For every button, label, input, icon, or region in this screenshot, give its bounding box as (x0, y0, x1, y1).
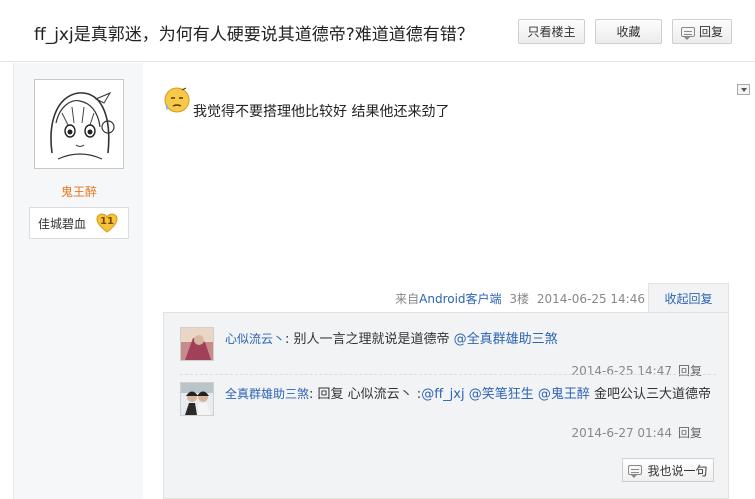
author-avatar-image (38, 83, 120, 165)
level-number: 11 (100, 216, 114, 227)
reply-content: 全真群雄助三煞: 回复 心似流云丶 :@ff_jxj @笑笔狂生 @鬼王醉 金吧… (225, 384, 720, 405)
thread-title: ff_jxj是真郭迷，为何有人硬要说其道德帝?难道道德有错？ (34, 25, 474, 45)
author-name[interactable]: 鬼王醉 (14, 183, 144, 200)
reply-sep: : (285, 332, 294, 347)
reply-panel: 心似流云丶: 别人一言之理就说是道德帝 @全真群雄助三煞 2014-6-25 1… (163, 312, 729, 499)
reply-time: 2014-6-25 14:47 (571, 364, 672, 378)
avatar[interactable] (34, 79, 124, 169)
reply-time: 2014-6-27 01:44 (571, 426, 672, 440)
floor-number: 3楼 (509, 292, 530, 306)
author-panel: 鬼王醉 佳城碧血 11 (13, 63, 143, 499)
reply-button-label: 回复 (698, 25, 723, 39)
reply-link[interactable]: 回复 (678, 364, 702, 378)
post-content: 我觉得不要搭理他比较好 结果他还来劲了 (193, 104, 450, 120)
reply-meta: 2014-6-27 01:44 回复 (571, 424, 702, 441)
add-comment-button[interactable]: 我也说一句 (622, 458, 714, 482)
reply-sep: : (309, 387, 318, 402)
add-comment-label: 我也说一句 (647, 463, 708, 478)
fan-title-badge[interactable]: 佳城碧血 11 (29, 207, 129, 239)
reply-meta: 2014-6-25 14:47 回复 (571, 362, 702, 379)
chat-bubble-icon (680, 26, 695, 40)
post-time: 2014-06-25 14:46 (536, 292, 645, 306)
reply-prefix: 回复 心似流云丶 : (317, 387, 422, 402)
reply-link[interactable]: 回复 (678, 426, 702, 440)
reply-user-link[interactable]: 心似流云丶 (225, 332, 285, 346)
level-badge: 11 (96, 213, 118, 233)
post-menu-dropdown-icon[interactable] (737, 84, 750, 95)
list-item: 全真群雄助三煞: 回复 心似流云丶 :@ff_jxj @笑笔狂生 @鬼王醉 金吧… (180, 382, 716, 440)
mention-link[interactable]: @鬼王醉 (538, 387, 590, 402)
mention-link[interactable]: @ff_jxj (421, 387, 464, 402)
avatar[interactable] (180, 382, 214, 416)
divider (180, 374, 716, 375)
sweat-face-icon (162, 84, 192, 114)
avatar[interactable] (180, 327, 214, 361)
reply-text: 金吧公认三大道德帝 (589, 387, 712, 402)
only-op-button[interactable]: 只看楼主 (518, 19, 585, 44)
mention-link[interactable]: @笑笔狂生 (469, 387, 534, 402)
source-prefix: 来自 (395, 292, 420, 306)
fan-title: 佳城碧血 (38, 216, 87, 231)
source-client-link[interactable]: Android客户端 (419, 292, 501, 306)
mention-link[interactable]: @全真群雄助三煞 (454, 332, 558, 347)
reply-content: 心似流云丶: 别人一言之理就说是道德帝 @全真群雄助三煞 (225, 329, 720, 350)
collapse-replies-button[interactable]: 收起回复 (648, 283, 729, 313)
reply-user-link[interactable]: 全真群雄助三煞 (225, 387, 309, 401)
post-meta: 来自Android客户端 3楼 2014-06-25 14:46 (395, 290, 645, 307)
chat-bubble-icon (628, 465, 643, 478)
thread-header: ff_jxj是真郭迷，为何有人硬要说其道德帝?难道道德有错？ 只看楼主 收藏 回… (0, 0, 755, 62)
reply-button[interactable]: 回复 (672, 19, 732, 44)
reply-text: 别人一言之理就说是道德帝 (293, 332, 454, 347)
favorite-button[interactable]: 收藏 (595, 19, 662, 44)
